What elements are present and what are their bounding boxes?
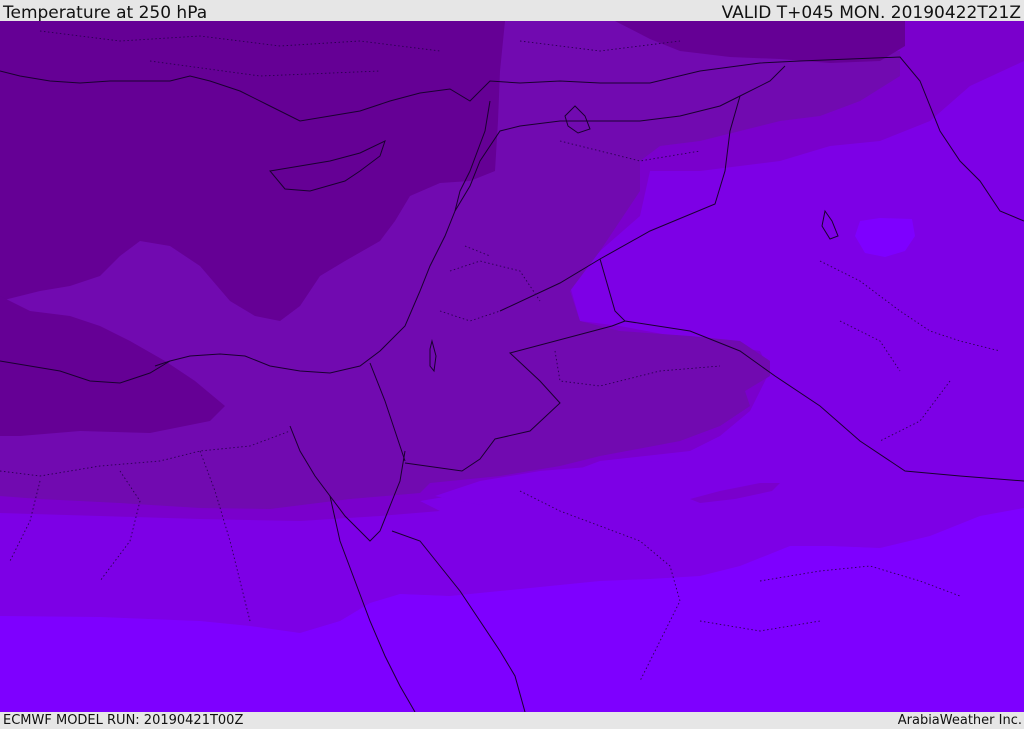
footer-bar: ECMWF MODEL RUN: 20190421T00Z ArabiaWeat… xyxy=(0,712,1024,729)
model-run-label: ECMWF MODEL RUN: 20190421T00Z xyxy=(3,713,244,728)
provider-credit: ArabiaWeather Inc. xyxy=(897,713,1022,728)
map-canvas xyxy=(0,21,1024,712)
weather-map-window: Temperature at 250 hPa VALID T+045 MON. … xyxy=(0,0,1024,729)
header-bar: Temperature at 250 hPa VALID T+045 MON. … xyxy=(0,0,1024,23)
map-title: Temperature at 250 hPa xyxy=(3,3,208,23)
valid-time-label: VALID T+045 MON. 20190422T21Z xyxy=(721,3,1021,23)
temperature-map xyxy=(0,21,1024,712)
